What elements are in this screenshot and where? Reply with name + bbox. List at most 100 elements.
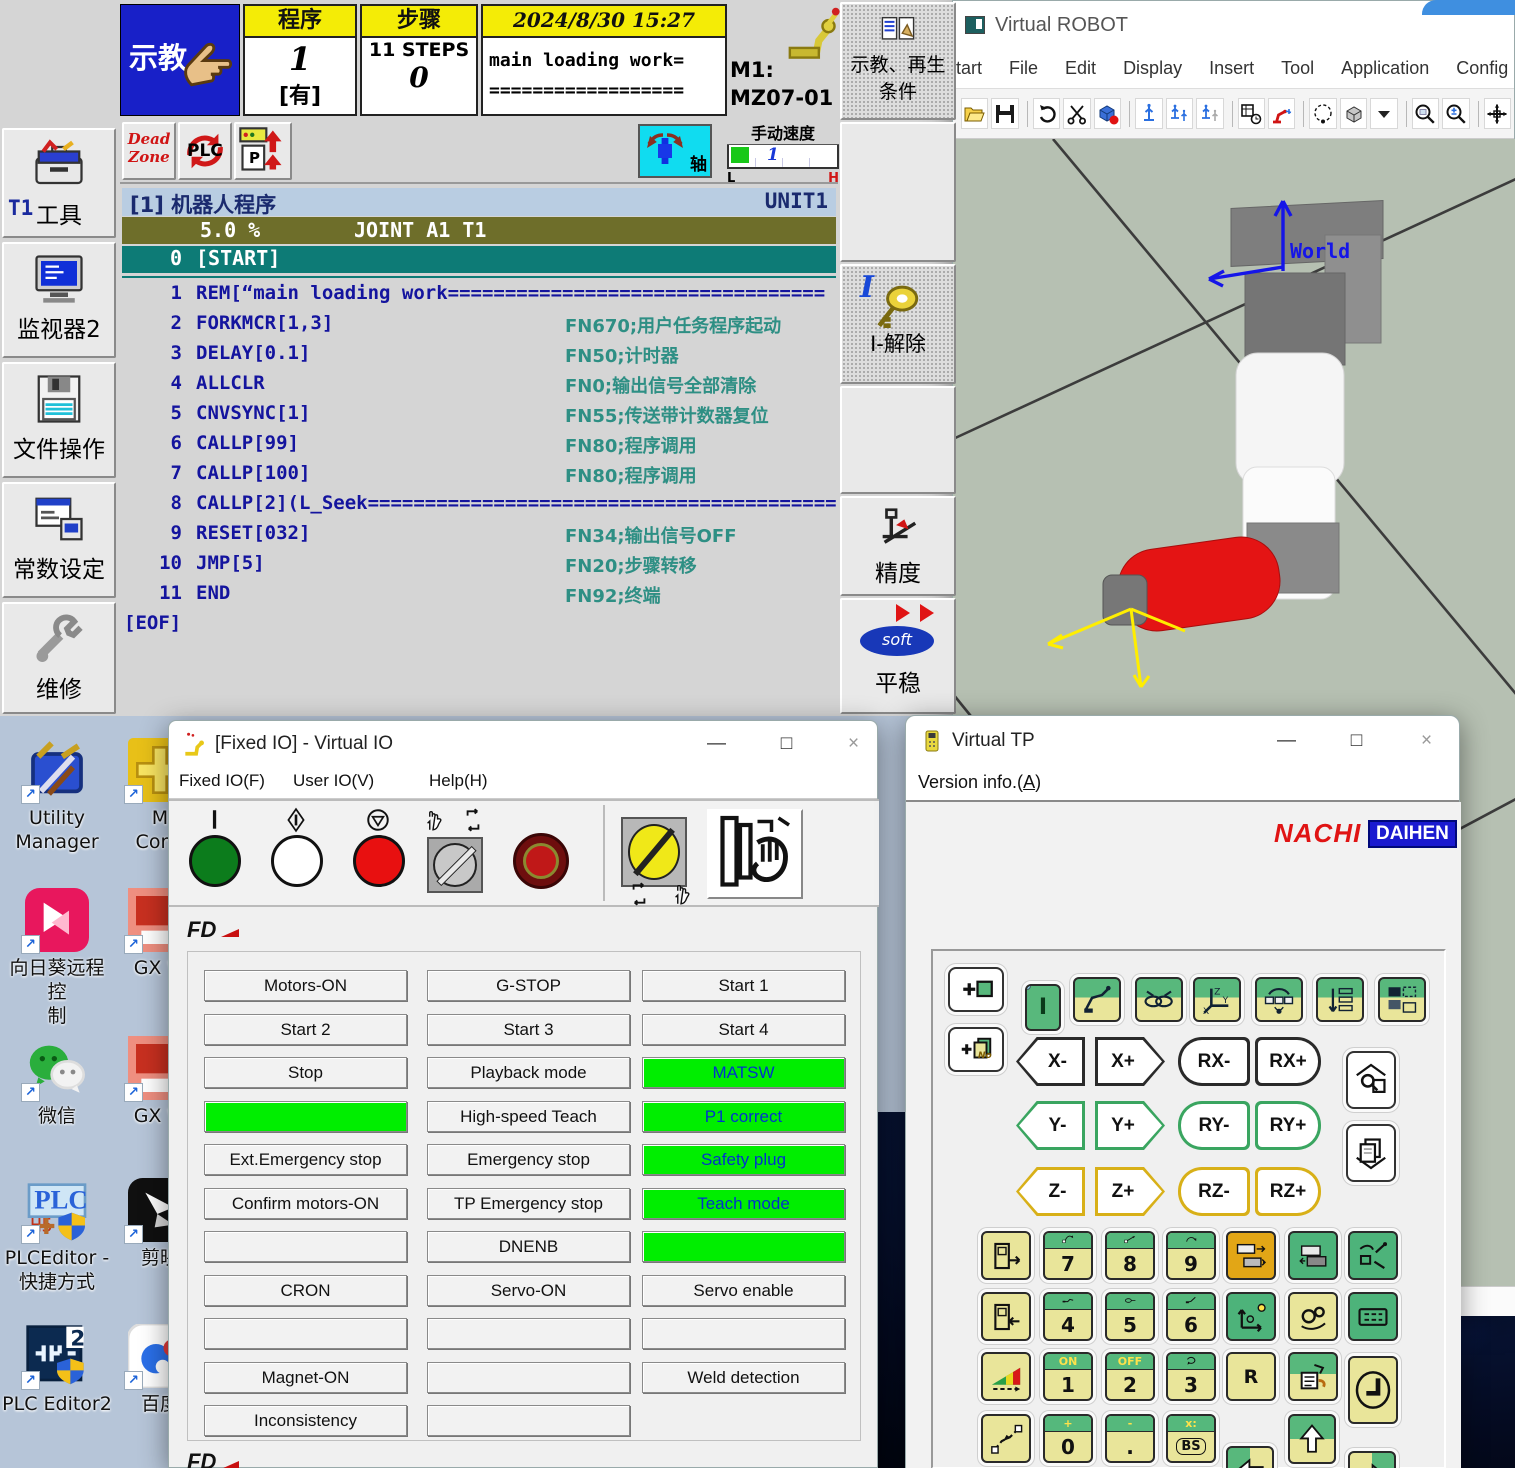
- accuracy-button[interactable]: 精度: [840, 496, 956, 596]
- menu-config[interactable]: Config: [1456, 58, 1508, 79]
- io-button-blank[interactable]: [642, 1318, 845, 1349]
- io-button-blank[interactable]: [427, 1318, 630, 1349]
- tp-key-overlap[interactable]: [1226, 1231, 1276, 1280]
- io-button-servo-on[interactable]: Servo-ON: [427, 1275, 630, 1306]
- io-button-blank[interactable]: [427, 1362, 630, 1393]
- desktop-icon-c1-1[interactable]: ↗向日葵远程控制: [2, 888, 112, 1028]
- tp-jog-rx-minus[interactable]: RX-: [1178, 1037, 1250, 1086]
- tp-key-check-prog[interactable]: [1288, 1352, 1338, 1401]
- toolbar-open-folder-button[interactable]: [961, 98, 988, 129]
- emergency-stop-button[interactable]: [513, 833, 569, 889]
- smoothness-button[interactable]: soft 平稳: [840, 598, 956, 714]
- tp-key-enter[interactable]: [1348, 1356, 1398, 1424]
- tp-jog-y-minus[interactable]: Y-: [1016, 1101, 1085, 1150]
- toolbar-view-3d-box-button[interactable]: [1340, 98, 1367, 129]
- menu-insert[interactable]: Insert: [1209, 58, 1254, 79]
- version-info-menu[interactable]: Version info.(A): [918, 772, 1041, 792]
- tp-key-jog-keys[interactable]: [1255, 977, 1303, 1022]
- fixed-io-menu-2[interactable]: Help(H): [429, 771, 488, 791]
- io-button-ext-emergency-stop[interactable]: Ext.Emergency stop: [204, 1144, 407, 1175]
- minimize-button[interactable]: —: [1264, 716, 1309, 766]
- right-button-blank-2[interactable]: [840, 386, 956, 494]
- toolbar-paste-cube-button[interactable]: [1094, 98, 1121, 129]
- menu-display[interactable]: Display: [1123, 58, 1182, 79]
- tp-key-interp[interactable]: [981, 1414, 1031, 1463]
- tp-key-coord-system[interactable]: ZYX: [1193, 977, 1241, 1022]
- tp-key-arrow-right[interactable]: [1348, 1451, 1396, 1468]
- tp-key-9[interactable]: 9: [1166, 1231, 1216, 1280]
- menu-file[interactable]: File: [1009, 58, 1038, 79]
- toolbar-select-lasso-button[interactable]: [1309, 98, 1336, 129]
- maximize-button[interactable]: □: [764, 721, 809, 766]
- io-button-playback-mode[interactable]: Playback mode: [427, 1057, 630, 1088]
- tp-key-7[interactable]: 7: [1043, 1231, 1093, 1280]
- tp-key-2[interactable]: OFF2: [1105, 1352, 1155, 1401]
- close-button[interactable]: ×: [831, 721, 876, 766]
- tp-key-6[interactable]: 6: [1166, 1292, 1216, 1341]
- tp-key-power[interactable]: I: [1025, 984, 1061, 1031]
- io-button-safety-plug[interactable]: Safety plug: [642, 1144, 845, 1175]
- program-pointer-button[interactable]: P: [234, 122, 292, 180]
- io-button-inconsistency[interactable]: Inconsistency: [204, 1405, 407, 1436]
- toolbar-undo-button[interactable]: [1033, 98, 1060, 129]
- tp-jog-x-minusplus[interactable]: X+: [1095, 1037, 1165, 1086]
- tp-key-8[interactable]: 8: [1105, 1231, 1155, 1280]
- toolbar-jog-axis-multi-button[interactable]: [1166, 98, 1193, 129]
- tp-key-door-out[interactable]: [981, 1231, 1031, 1280]
- io-button-stop[interactable]: Stop: [204, 1057, 407, 1088]
- tp-jog-rz-minusplus[interactable]: RZ+: [1255, 1167, 1321, 1216]
- menu-tool[interactable]: Tool: [1281, 58, 1314, 79]
- tp-key-overlap2[interactable]: [1288, 1231, 1338, 1280]
- key-switch[interactable]: [621, 817, 687, 887]
- tp-key-3[interactable]: 3: [1166, 1352, 1216, 1401]
- tp-key-gears[interactable]: [1288, 1292, 1338, 1341]
- fixed-io-menu-0[interactable]: Fixed IO(F): [179, 771, 265, 791]
- maximize-button[interactable]: □: [1334, 716, 1379, 766]
- enable-grip-button[interactable]: [707, 809, 803, 899]
- tp-key-coord-jog[interactable]: [1226, 1292, 1276, 1341]
- io-button-magnet-on[interactable]: Magnet-ON: [204, 1362, 407, 1393]
- io-button-blank[interactable]: [642, 1231, 845, 1262]
- io-button-teach-mode[interactable]: Teach mode: [642, 1188, 845, 1219]
- manual-speed-bar[interactable]: 1: [727, 145, 839, 169]
- toolbar-jog-axis-ghost-button[interactable]: [1196, 98, 1223, 129]
- tp-jog-rz-minus[interactable]: RZ-: [1178, 1167, 1250, 1216]
- io-button-blank[interactable]: [427, 1405, 630, 1436]
- io-button-matsw[interactable]: MATSW: [642, 1057, 845, 1088]
- io-button-p1-correct[interactable]: P1 correct: [642, 1101, 845, 1132]
- toolbar-robot-jog-button[interactable]: [1268, 98, 1295, 129]
- desktop-icon-c1-2[interactable]: ↗微信: [2, 1036, 112, 1128]
- desktop-icon-c1-4[interactable]: 2↗PLC Editor2: [2, 1324, 112, 1416]
- axis-jog-button[interactable]: 轴: [638, 124, 712, 178]
- fixed-io-menu-1[interactable]: User IO(V): [293, 771, 374, 791]
- tp-key-arrow-left[interactable]: [1226, 1446, 1274, 1468]
- sidebar-item-1[interactable]: 工具: [2, 128, 116, 238]
- tp-key-robot-pose[interactable]: [1073, 977, 1121, 1022]
- close-button[interactable]: ×: [1404, 716, 1449, 766]
- io-button-start-2[interactable]: Start 2: [204, 1014, 407, 1045]
- io-button-start-1[interactable]: Start 1: [642, 970, 845, 1001]
- sidebar-item-2[interactable]: 监视器2: [2, 242, 116, 358]
- tp-key-speed-wedge[interactable]: [981, 1352, 1031, 1401]
- tp-jog-z-minus[interactable]: Z-: [1016, 1167, 1085, 1216]
- tp-key-5[interactable]: 5: [1105, 1292, 1155, 1341]
- sidebar-item-5[interactable]: 维修: [2, 602, 116, 714]
- io-button-tp-emergency-stop[interactable]: TP Emergency stop: [427, 1188, 630, 1219]
- io-button-start-4[interactable]: Start 4: [642, 1014, 845, 1045]
- io-button-high-speed-teach[interactable]: High-speed Teach: [427, 1101, 630, 1132]
- tp-key-page-stack[interactable]: [1346, 1124, 1396, 1182]
- tp-key-0[interactable]: +0: [1043, 1414, 1093, 1463]
- sidebar-item-3[interactable]: 文件操作: [2, 362, 116, 478]
- tp-key-plus-square[interactable]: [948, 967, 1004, 1012]
- sidebar-item-4[interactable]: 常数设定: [2, 482, 116, 598]
- program-start-row[interactable]: 0 [START]: [122, 246, 836, 273]
- tp-key-prog-robot[interactable]: [1348, 1231, 1398, 1280]
- tp-jog-ry-minus[interactable]: RY-: [1178, 1101, 1250, 1150]
- stop-lamp-button[interactable]: [353, 835, 405, 887]
- toolbar-save-button[interactable]: [991, 98, 1018, 129]
- desktop-icon-c1-0[interactable]: ↗UtilityManager: [2, 738, 112, 854]
- tp-key-arrow-up[interactable]: [1288, 1414, 1336, 1464]
- io-button-confirm-motors-on[interactable]: Confirm motors-ON: [204, 1188, 407, 1219]
- io-button-g-stop[interactable]: G-STOP: [427, 970, 630, 1001]
- io-button-servo-enable[interactable]: Servo enable: [642, 1275, 845, 1306]
